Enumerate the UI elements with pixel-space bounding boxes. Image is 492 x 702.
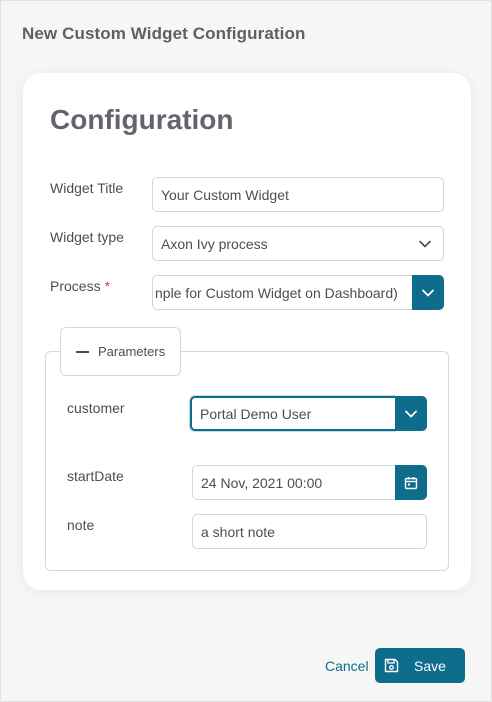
calendar-icon — [404, 476, 418, 489]
process-autocomplete: nple for Custom Widget on Dashboard) — [152, 275, 444, 310]
widget-type-value: Axon Ivy process — [161, 235, 268, 252]
widget-title-input[interactable]: Your Custom Widget — [152, 177, 444, 212]
process-label: Process * — [50, 278, 110, 294]
start-date-value: 24 Nov, 2021 00:00 — [201, 474, 323, 491]
chevron-down-icon — [419, 240, 431, 248]
customer-autocomplete: Portal Demo User — [190, 396, 427, 431]
chevron-down-icon — [422, 289, 434, 296]
start-date-picker: 24 Nov, 2021 00:00 — [192, 465, 427, 500]
widget-type-label: Widget type — [50, 229, 124, 245]
widget-title-value: Your Custom Widget — [161, 186, 289, 203]
parameters-toggle[interactable]: Parameters — [60, 327, 181, 376]
customer-label: customer — [67, 400, 125, 416]
start-date-label: startDate — [67, 468, 124, 484]
widget-type-select[interactable]: Axon Ivy process — [152, 226, 444, 261]
customer-dropdown-button[interactable] — [395, 396, 427, 431]
process-label-text: Process — [50, 278, 101, 294]
note-label: note — [67, 517, 95, 533]
note-input[interactable]: a short note — [192, 514, 427, 549]
parameters-legend: Parameters — [98, 344, 166, 359]
note-value: a short note — [201, 523, 275, 540]
process-dropdown-button[interactable] — [412, 275, 444, 310]
configuration-heading: Configuration — [50, 104, 234, 135]
cancel-button[interactable]: Cancel — [325, 658, 369, 674]
floppy-disk-icon — [384, 658, 399, 673]
required-marker: * — [104, 278, 111, 294]
calendar-button[interactable] — [395, 465, 427, 500]
save-label: Save — [414, 657, 446, 674]
custom-widget-dialog: New Custom Widget Configuration Configur… — [0, 0, 492, 702]
configuration-card: Configuration Widget Title Your Custom W… — [23, 73, 471, 590]
process-value: nple for Custom Widget on Dashboard) — [155, 284, 398, 301]
start-date-input[interactable]: 24 Nov, 2021 00:00 — [192, 465, 395, 500]
dialog-title: New Custom Widget Configuration — [22, 24, 306, 43]
customer-input[interactable]: Portal Demo User — [190, 396, 395, 431]
minus-icon — [76, 350, 89, 353]
save-button[interactable]: Save — [375, 648, 465, 683]
customer-value: Portal Demo User — [200, 405, 312, 422]
chevron-down-icon — [405, 410, 417, 417]
process-input[interactable]: nple for Custom Widget on Dashboard) — [152, 275, 412, 310]
widget-title-label: Widget Title — [50, 180, 124, 196]
